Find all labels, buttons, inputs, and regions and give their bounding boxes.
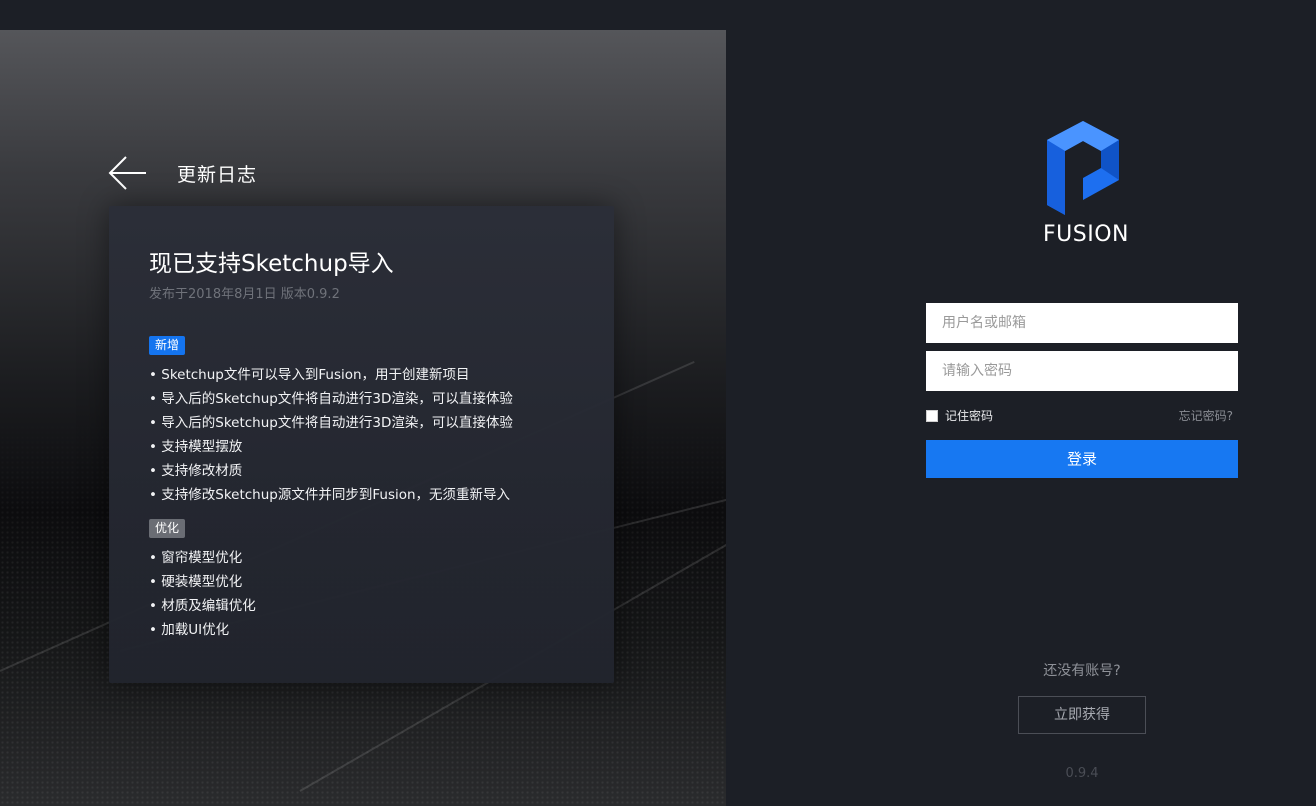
no-account-text: 还没有账号? (1043, 663, 1121, 679)
forgot-password-link[interactable]: 忘记密码? (1140, 407, 1233, 424)
arrow-left-icon[interactable] (108, 155, 148, 191)
version-label: 0.9.4 (1065, 766, 1099, 781)
list-item: • 支持修改材质 (149, 463, 243, 479)
changelog-hero: 更新日志 现已支持Sketchup导入 发布于2018年8月1日 版本0.9.2… (0, 30, 726, 806)
list-item: • 加载UI优化 (149, 622, 230, 638)
release-heading: 现已支持Sketchup导入 (149, 251, 394, 277)
changelog-header: 更新日志 (108, 155, 257, 191)
logo-text: FUSION (1043, 222, 1129, 247)
optimizations-badge: 优化 (149, 519, 186, 538)
login-button[interactable]: 登录 (926, 440, 1238, 478)
list-item: • 硬装模型优化 (149, 574, 243, 590)
remember-label: 记住密码 (945, 409, 994, 423)
fusion-logo-icon (1047, 121, 1119, 215)
login-page: 更新日志 现已支持Sketchup导入 发布于2018年8月1日 版本0.9.2… (0, 0, 1316, 806)
remember-checkbox[interactable] (926, 409, 938, 422)
remember-password[interactable]: 记住密码 (926, 407, 993, 424)
username-input[interactable] (926, 303, 1238, 343)
list-item: • 窗帘模型优化 (149, 550, 243, 566)
list-item: • 导入后的Sketchup文件将自动进行3D渲染，可以直接体验 (149, 415, 513, 431)
list-item: • 支持模型摆放 (149, 439, 243, 455)
list-item: • 导入后的Sketchup文件将自动进行3D渲染，可以直接体验 (149, 391, 513, 407)
list-item: • 材质及编辑优化 (149, 598, 256, 614)
new-features-list: • Sketchup文件可以导入到Fusion，用于创建新项目 • 导入后的Sk… (149, 363, 513, 507)
changelog-card: 现已支持Sketchup导入 发布于2018年8月1日 版本0.9.2 新增 •… (109, 206, 614, 683)
optimizations-list: • 窗帘模型优化 • 硬装模型优化 • 材质及编辑优化 • 加载UI优化 (149, 546, 256, 642)
changelog-title: 更新日志 (177, 163, 258, 186)
get-account-button[interactable]: 立即获得 (1018, 696, 1146, 734)
release-date: 发布于2018年8月1日 版本0.9.2 (149, 287, 340, 302)
list-item: • Sketchup文件可以导入到Fusion，用于创建新项目 (149, 367, 470, 383)
new-features-badge: 新增 (149, 336, 186, 355)
password-input[interactable] (926, 351, 1238, 391)
list-item: • 支持修改Sketchup源文件并同步到Fusion，无须重新导入 (149, 487, 511, 503)
